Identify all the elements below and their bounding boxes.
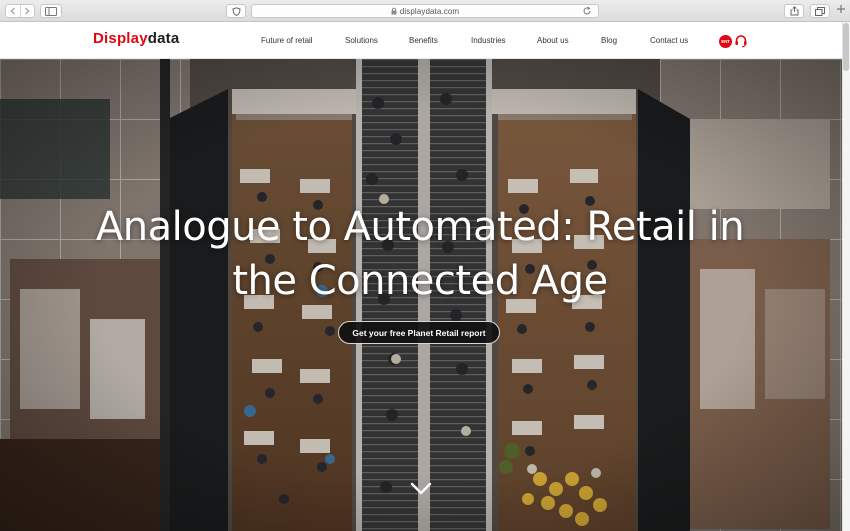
headset-icon[interactable]: [734, 34, 748, 48]
chevron-left-icon: [10, 7, 15, 15]
chevron-down-icon[interactable]: [410, 482, 432, 496]
scrollbar-track[interactable]: [842, 22, 850, 531]
chevron-right-icon: [25, 7, 30, 15]
language-selector[interactable]: ENT: [719, 35, 732, 48]
hero-section: Analogue to Automated: Retail in the Con…: [0, 59, 842, 531]
scrollbar-thumb[interactable]: [843, 23, 849, 71]
url-text: displaydata.com: [399, 6, 460, 16]
nav-item-industries[interactable]: Industries: [471, 36, 506, 45]
privacy-button[interactable]: [226, 4, 246, 18]
nav-item-benefits[interactable]: Benefits: [409, 36, 438, 45]
back-button[interactable]: [6, 5, 20, 17]
nav-item-future-of-retail[interactable]: Future of retail: [261, 36, 313, 45]
sidebar-icon: [45, 6, 57, 16]
history-nav-buttons: [5, 4, 35, 18]
reload-icon[interactable]: [582, 6, 592, 16]
site-header: Displaydata Future of retail Solutions B…: [0, 22, 842, 59]
shield-icon: [231, 6, 241, 16]
hero-title-line-2: the Connected Age: [232, 258, 608, 304]
tabs-button[interactable]: [810, 4, 830, 18]
hero-title: Analogue to Automated: Retail in the Con…: [60, 200, 780, 308]
tabs-icon: [815, 6, 825, 16]
browser-toolbar: displaydata.com: [0, 0, 850, 22]
sidebar-button[interactable]: [40, 4, 62, 18]
hero-title-line-1: Analogue to Automated: Retail in: [95, 204, 745, 250]
nav-item-blog[interactable]: Blog: [601, 36, 617, 45]
get-report-button[interactable]: Get your free Planet Retail report: [338, 321, 500, 344]
lock-icon: [391, 7, 397, 15]
language-badge-text: ENT: [721, 39, 730, 44]
forward-button[interactable]: [19, 5, 34, 17]
nav-item-contact-us[interactable]: Contact us: [650, 36, 688, 45]
nav-item-solutions[interactable]: Solutions: [345, 36, 378, 45]
main-nav: Future of retail Solutions Benefits Indu…: [0, 36, 842, 48]
address-bar[interactable]: displaydata.com: [251, 4, 599, 18]
nav-item-about-us[interactable]: About us: [537, 36, 569, 45]
share-button[interactable]: [784, 4, 804, 18]
share-icon: [790, 6, 798, 16]
plus-icon[interactable]: [836, 4, 846, 14]
